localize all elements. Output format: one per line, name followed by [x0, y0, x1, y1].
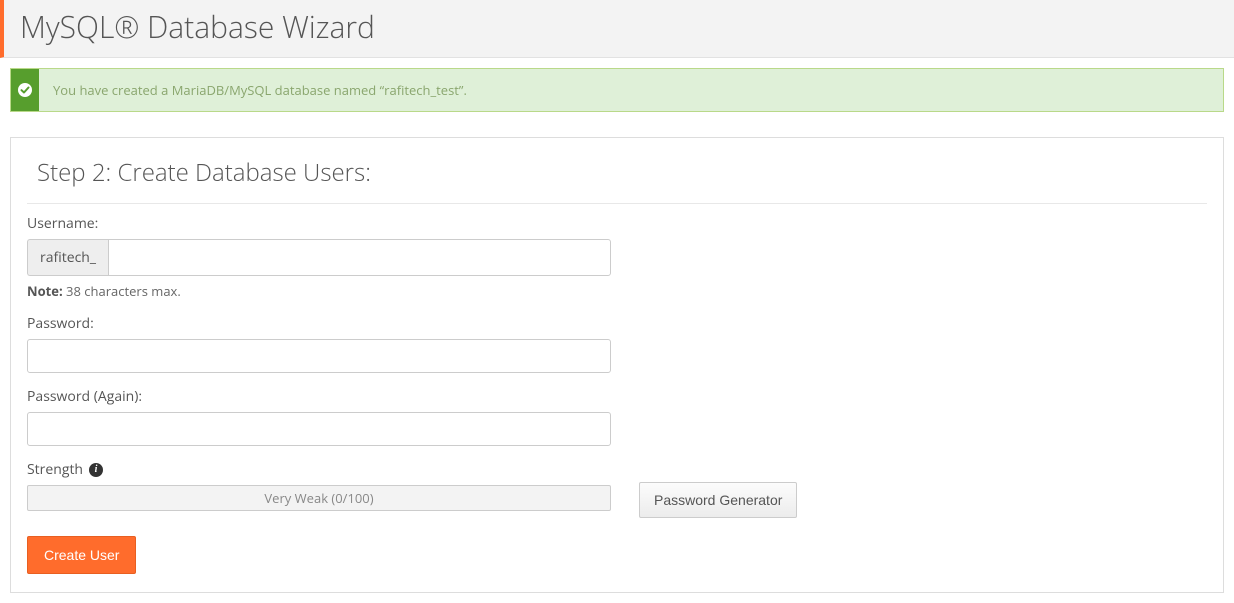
username-note: Note: 38 characters max.	[27, 282, 1207, 300]
username-group: Username: rafitech_ Note: 38 characters …	[27, 214, 1207, 300]
password-again-group: Password (Again):	[27, 387, 1207, 446]
strength-col: Strength i Very Weak (0/100)	[27, 460, 611, 511]
generator-col: Password Generator	[639, 460, 797, 518]
username-input-group: rafitech_	[27, 239, 611, 276]
alert-message: You have created a MariaDB/MySQL databas…	[39, 69, 1223, 111]
password-label: Password:	[27, 314, 1207, 333]
password-again-input[interactable]	[27, 412, 611, 446]
note-text: 38 characters max.	[63, 282, 181, 300]
password-generator-button[interactable]: Password Generator	[639, 482, 797, 518]
strength-row: Strength i Very Weak (0/100) Password Ge…	[27, 460, 1207, 518]
note-label: Note:	[27, 282, 63, 300]
strength-meter: Very Weak (0/100)	[27, 485, 611, 511]
page-title: MySQL® Database Wizard	[20, 6, 1218, 47]
create-user-form: Username: rafitech_ Note: 38 characters …	[17, 214, 1217, 574]
password-group: Password:	[27, 314, 1207, 373]
password-input[interactable]	[27, 339, 611, 373]
wizard-panel: Step 2: Create Database Users: Username:…	[10, 137, 1224, 593]
page-header: MySQL® Database Wizard	[0, 0, 1234, 58]
username-prefix: rafitech_	[27, 239, 108, 276]
check-circle-icon	[11, 69, 39, 111]
username-input[interactable]	[108, 239, 611, 276]
strength-label-row: Strength i	[27, 460, 611, 479]
success-alert: You have created a MariaDB/MySQL databas…	[10, 68, 1224, 112]
step-title: Step 2: Create Database Users:	[27, 156, 1207, 204]
username-label: Username:	[27, 214, 1207, 233]
info-icon[interactable]: i	[89, 463, 103, 477]
password-again-label: Password (Again):	[27, 387, 1207, 406]
create-user-button[interactable]: Create User	[27, 536, 136, 574]
strength-label: Strength	[27, 460, 83, 479]
